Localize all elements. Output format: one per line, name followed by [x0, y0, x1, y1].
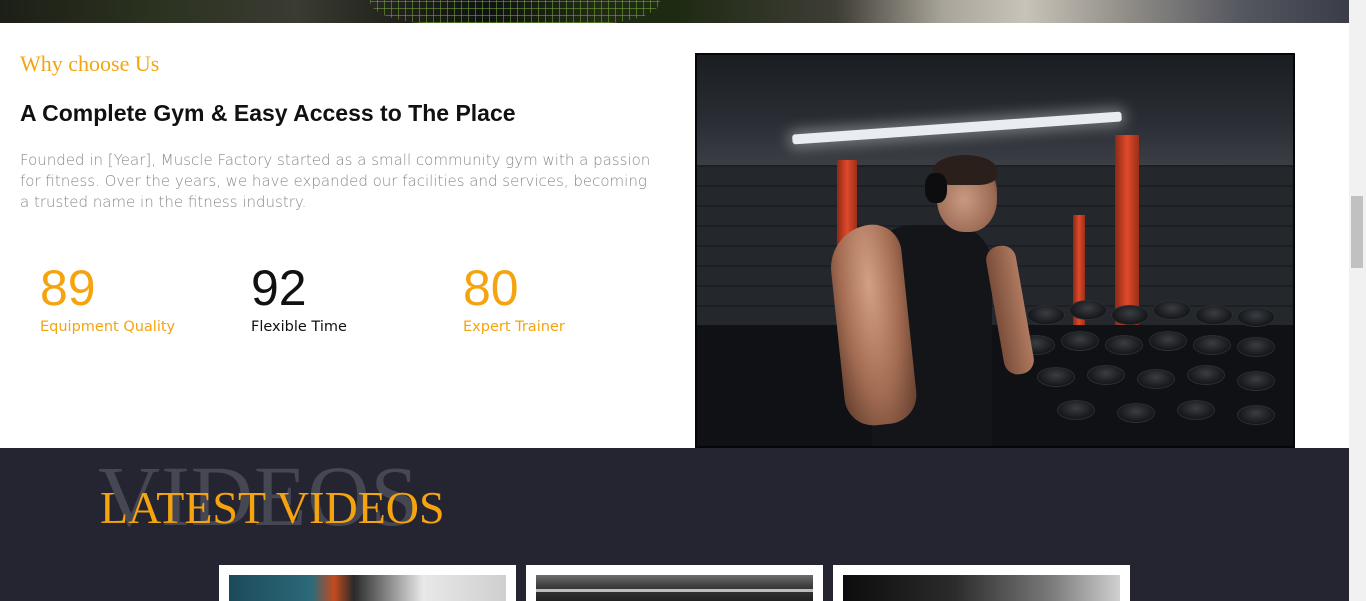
stat-value: 80 [463, 260, 519, 316]
stat-equipment-quality: 89 Equipment Quality [40, 262, 175, 335]
stat-label: Expert Trainer [463, 319, 565, 335]
stat-flexible-time: 92 Flexible Time [251, 262, 347, 335]
videos-title: LATEST VIDEOS [100, 482, 445, 533]
latest-videos-section: VIDEOS LATEST VIDEOS [0, 448, 1349, 601]
scrollbar-thumb[interactable] [1351, 196, 1363, 268]
video-thumbnail[interactable] [229, 575, 506, 601]
stat-label: Flexible Time [251, 319, 347, 335]
stat-value: 92 [251, 260, 307, 316]
video-card[interactable] [526, 565, 823, 601]
stat-label: Equipment Quality [40, 319, 176, 335]
stat-value: 89 [40, 260, 96, 316]
video-card[interactable] [219, 565, 516, 601]
section-kicker: Why choose Us [20, 51, 160, 76]
gym-athlete-photo [695, 53, 1295, 448]
page-scrollbar[interactable] [1349, 0, 1366, 601]
video-card[interactable] [833, 565, 1130, 601]
section-heading: A Complete Gym & Easy Access to The Plac… [20, 100, 516, 126]
video-thumbnail[interactable] [536, 575, 813, 601]
hero-image-bottom [0, 0, 1349, 23]
video-thumbnail[interactable] [843, 575, 1120, 601]
hero-grid-detail [370, 0, 660, 23]
stat-expert-trainer: 80 Expert Trainer [463, 262, 565, 335]
about-paragraph: Founded in [Year], Muscle Factory starte… [20, 151, 651, 211]
